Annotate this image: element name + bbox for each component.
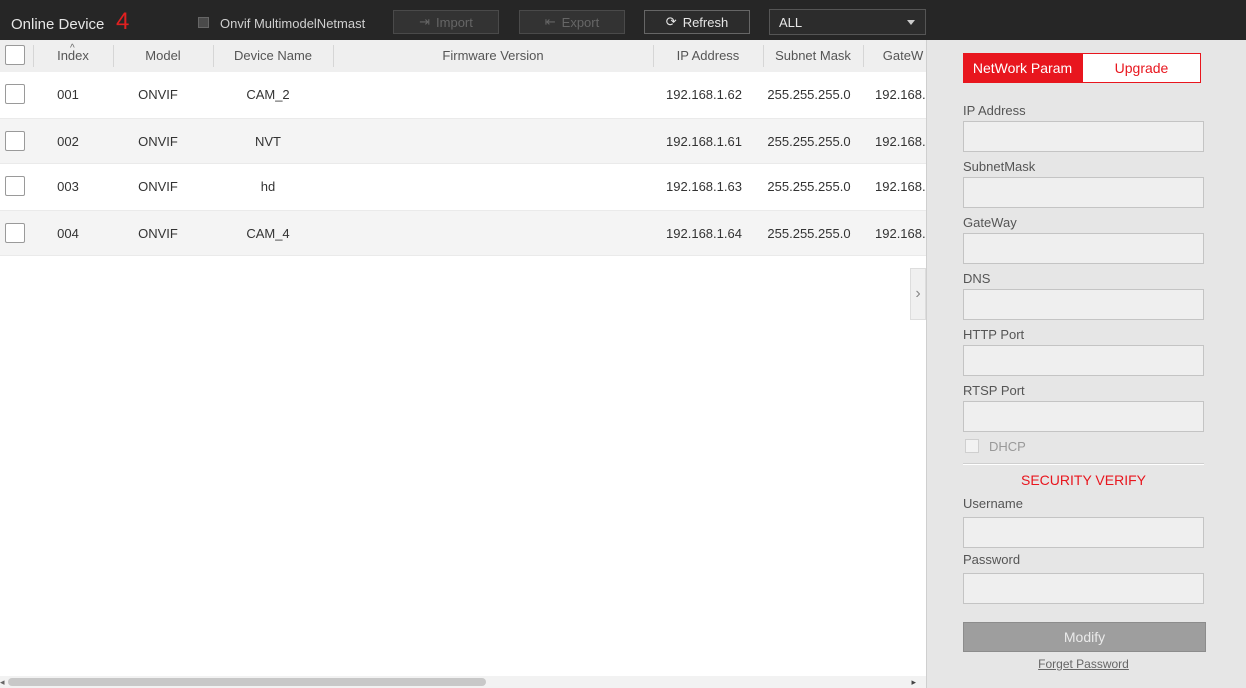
table-row[interactable]: 001 ONVIF CAM_2 192.168.1.62 255.255.255… <box>0 72 926 118</box>
ip-address-field[interactable] <box>963 121 1204 152</box>
select-all-checkbox[interactable] <box>5 45 25 65</box>
password-label: Password <box>963 552 1021 567</box>
chevron-right-icon: › <box>915 285 921 302</box>
tab-network-param[interactable]: NetWork Param <box>963 53 1082 83</box>
cell-ip: 192.168.1.64 <box>666 226 742 241</box>
http-port-field[interactable] <box>963 345 1204 376</box>
cell-index: 004 <box>57 226 79 241</box>
subnet-mask-field[interactable] <box>963 177 1204 208</box>
cell-gateway: 192.168. <box>875 87 925 102</box>
column-header-device-name[interactable]: Device Name <box>213 40 333 72</box>
page-title: Online Device <box>11 16 105 33</box>
table-row[interactable]: 004 ONVIF CAM_4 192.168.1.64 255.255.255… <box>0 210 926 256</box>
cell-firmware <box>333 211 653 257</box>
cell-ip: 192.168.1.63 <box>666 179 742 194</box>
column-header-model[interactable]: Model <box>113 40 213 72</box>
cell-device-name: NVT <box>255 134 281 149</box>
table-row[interactable]: 003 ONVIF hd 192.168.1.63 255.255.255.0 … <box>0 164 926 210</box>
cell-subnet: 255.255.255.0 <box>767 179 851 194</box>
cell-index: 003 <box>57 179 79 194</box>
column-header-ip[interactable]: IP Address <box>653 40 763 72</box>
device-filter-value: ALL <box>779 15 803 30</box>
table-header: ^ Index Model Device Name Firmware Versi… <box>0 40 926 73</box>
column-header-index[interactable]: Index <box>33 40 113 72</box>
dhcp-label: DHCP <box>989 439 1026 454</box>
column-header-subnet[interactable]: Subnet Mask <box>763 40 863 72</box>
section-divider <box>963 463 1204 465</box>
cell-subnet: 255.255.255.0 <box>767 87 851 102</box>
cell-firmware <box>333 72 653 118</box>
cell-firmware <box>333 119 653 165</box>
gateway-field[interactable] <box>963 233 1204 264</box>
export-button-label: Export <box>561 14 600 30</box>
scroll-right-icon[interactable]: ▸ <box>911 676 916 688</box>
username-label: Username <box>963 496 1023 511</box>
rtsp-port-field[interactable] <box>963 401 1204 432</box>
cell-firmware <box>333 164 653 210</box>
tab-upgrade[interactable]: Upgrade <box>1082 53 1201 83</box>
top-toolbar: Online Device 4 Onvif MultimodelNetmast … <box>0 0 1246 40</box>
export-icon: ⇤ <box>544 14 556 29</box>
dns-field[interactable] <box>963 289 1204 320</box>
import-icon: ⇥ <box>419 14 431 29</box>
cell-gateway: 192.168. <box>875 179 925 194</box>
device-config-panel: NetWork Param Upgrade IP Address SubnetM… <box>926 40 1246 688</box>
horizontal-scrollbar[interactable]: ◂ ▸ <box>0 676 926 688</box>
rtsp-port-label: RTSP Port <box>963 383 1025 398</box>
modify-button[interactable]: Modify <box>963 622 1206 652</box>
gateway-label: GateWay <box>963 215 1017 230</box>
cell-gateway: 192.168. <box>875 226 925 241</box>
device-filter-select[interactable]: ALL <box>769 9 926 35</box>
password-field[interactable] <box>963 573 1204 604</box>
row-checkbox[interactable] <box>5 223 25 243</box>
dhcp-checkbox[interactable] <box>965 439 979 453</box>
import-button[interactable]: ⇥ Import <box>393 10 499 34</box>
column-header-gateway[interactable]: GateW <box>863 40 926 72</box>
security-verify-title: SECURITY VERIFY <box>1021 472 1146 488</box>
onvif-multimodel-checkbox[interactable] <box>198 17 209 28</box>
cell-ip: 192.168.1.61 <box>666 134 742 149</box>
refresh-button[interactable]: ⟳ Refresh <box>644 10 750 34</box>
http-port-label: HTTP Port <box>963 327 1025 342</box>
import-button-label: Import <box>436 14 473 30</box>
forget-password-link[interactable]: Forget Password <box>963 657 1204 671</box>
collapse-panel-handle[interactable]: › <box>910 268 926 320</box>
export-button[interactable]: ⇤ Export <box>519 10 625 34</box>
ip-address-label: IP Address <box>963 103 1026 118</box>
chevron-down-icon <box>907 20 915 25</box>
cell-model: ONVIF <box>138 226 178 241</box>
device-table: ^ Index Model Device Name Firmware Versi… <box>0 40 926 688</box>
cell-model: ONVIF <box>138 87 178 102</box>
cell-ip: 192.168.1.62 <box>666 87 742 102</box>
row-checkbox[interactable] <box>5 176 25 196</box>
cell-gateway: 192.168. <box>875 134 925 149</box>
username-field[interactable] <box>963 517 1204 548</box>
cell-model: ONVIF <box>138 179 178 194</box>
refresh-icon: ⟳ <box>665 14 677 29</box>
scrollbar-thumb[interactable] <box>8 678 486 686</box>
scroll-left-icon[interactable]: ◂ <box>0 676 5 688</box>
cell-subnet: 255.255.255.0 <box>767 134 851 149</box>
cell-device-name: CAM_4 <box>246 226 290 241</box>
refresh-button-label: Refresh <box>682 14 729 30</box>
cell-device-name: hd <box>260 179 276 194</box>
column-header-firmware[interactable]: Firmware Version <box>333 40 653 72</box>
device-count: 4 <box>116 8 130 35</box>
cell-device-name: CAM_2 <box>246 87 290 102</box>
onvif-multimodel-label: Onvif MultimodelNetmast <box>220 16 366 31</box>
dns-label: DNS <box>963 271 991 286</box>
subnet-mask-label: SubnetMask <box>963 159 1036 174</box>
row-checkbox[interactable] <box>5 131 25 151</box>
table-row[interactable]: 002 ONVIF NVT 192.168.1.61 255.255.255.0… <box>0 118 926 164</box>
cell-model: ONVIF <box>138 134 178 149</box>
cell-subnet: 255.255.255.0 <box>767 226 851 241</box>
cell-index: 002 <box>57 134 79 149</box>
row-checkbox[interactable] <box>5 84 25 104</box>
cell-index: 001 <box>57 87 79 102</box>
